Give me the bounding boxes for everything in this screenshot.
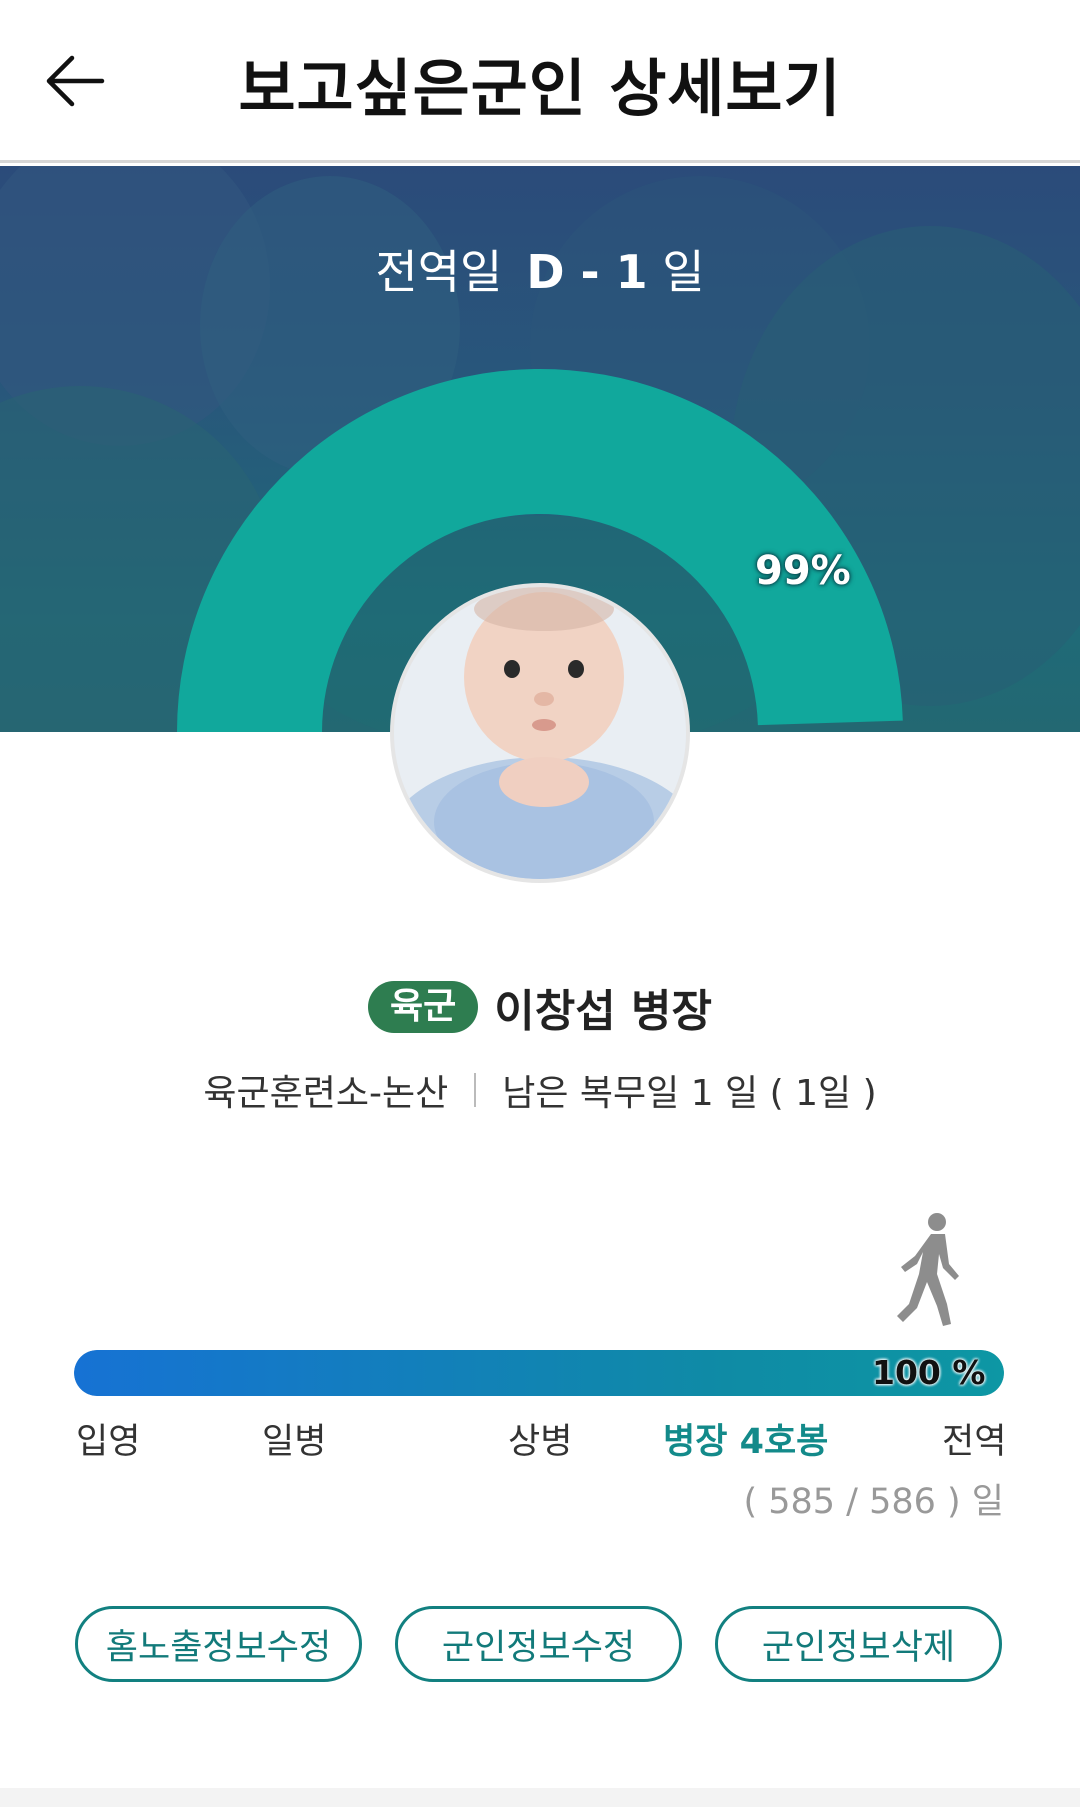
- rank-label-discharge: 전역: [942, 1422, 1007, 1462]
- rank-label-sergeant-current: 병장 4호봉: [663, 1422, 829, 1462]
- service-progress-bar: [74, 1350, 1004, 1396]
- app-header: 보고싶은군인 상세보기: [0, 0, 1080, 163]
- delete-soldier-info-button[interactable]: 군인정보삭제: [715, 1606, 1002, 1682]
- rank-label-corporal: 상병: [508, 1422, 573, 1462]
- progress-percent-label: 100 %: [872, 1353, 986, 1392]
- baby-photo-image: [394, 587, 686, 879]
- rank-label-private-first-class: 일병: [262, 1422, 327, 1462]
- soldier-name: 이창섭 병장: [494, 986, 712, 1037]
- rank-label-enlist: 입영: [76, 1422, 141, 1462]
- divider: [474, 1073, 477, 1107]
- branch-badge: 육군: [368, 981, 479, 1033]
- walking-person-icon: [897, 1213, 959, 1326]
- soldier-info-row: 육군훈련소-논산 남은 복무일 1 일 ( 1일 ): [0, 1064, 1080, 1116]
- bottom-bar: [0, 1788, 1080, 1807]
- progress-fill: [74, 1350, 1004, 1396]
- unit-name: 육군훈련소-논산: [203, 1073, 449, 1114]
- remaining-days: 남은 복무일 1 일 ( 1일 ): [502, 1073, 877, 1114]
- edit-home-info-button[interactable]: 홈노출정보수정: [75, 1606, 362, 1682]
- arc-percent-label: 99%: [755, 548, 851, 594]
- soldier-name-row: 육군 이창섭 병장: [0, 975, 1080, 1039]
- service-days-count: ( 585 / 586 ) 일: [743, 1482, 1004, 1522]
- page-title: 보고싶은군인 상세보기: [238, 52, 842, 125]
- avatar[interactable]: [390, 583, 690, 883]
- edit-soldier-info-button[interactable]: 군인정보수정: [395, 1606, 682, 1682]
